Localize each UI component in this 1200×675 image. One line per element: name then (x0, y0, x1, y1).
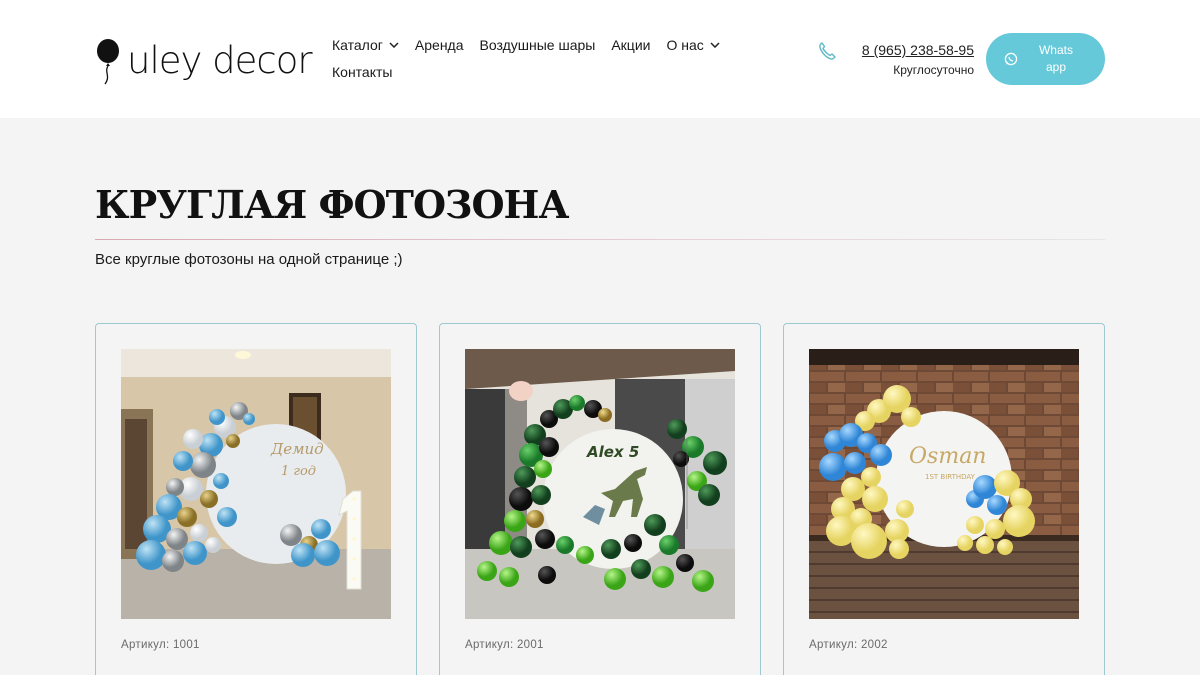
balloon-logo-icon (97, 39, 119, 85)
product-card[interactable]: Osman 1ST BIRTHDAY Артикул: 2002 (783, 323, 1105, 675)
page-subtitle: Все круглые фотозоны на одной странице ;… (95, 251, 403, 268)
nav-item-label: Контакты (332, 64, 393, 80)
product-photo[interactable]: Alex 5 (465, 349, 735, 619)
nav-row-2: Контакты (332, 60, 752, 84)
nav-item-catalog[interactable]: Каталог (332, 37, 399, 53)
svg-text:Osman: Osman (909, 444, 986, 469)
nav-item-label: Каталог (332, 37, 383, 53)
logo[interactable]: uley decor (95, 34, 313, 86)
svg-text:1ST BIRTHDAY: 1ST BIRTHDAY (925, 473, 976, 481)
nav-item-label: Акции (611, 37, 651, 53)
phone-icon[interactable] (817, 41, 837, 61)
main-nav: Каталог Аренда Воздушные шары Акции О на… (332, 33, 752, 87)
product-sku: Артикул: 2002 (809, 639, 888, 651)
svg-text:Демид: Демид (270, 440, 324, 458)
site-header: uley decor Каталог Аренда Воздушные шары… (0, 0, 1200, 118)
svg-text:1 год: 1 год (281, 464, 316, 479)
whatsapp-label: Whats app (1038, 43, 1073, 74)
product-photo[interactable]: Демид 1 год (121, 349, 391, 619)
product-photo[interactable]: Osman 1ST BIRTHDAY (809, 349, 1079, 619)
product-sku: Артикул: 2001 (465, 639, 544, 651)
chevron-down-icon (389, 42, 399, 48)
page-title: КРУГЛАЯ ФОТОЗОНА (95, 182, 569, 227)
nav-item-about[interactable]: О нас (666, 37, 720, 53)
svg-text:Alex 5: Alex 5 (586, 443, 639, 461)
whatsapp-button[interactable]: Whats app (986, 33, 1105, 85)
nav-item-label: Воздушные шары (479, 37, 596, 53)
logo-text: uley decor (127, 38, 313, 82)
title-divider (95, 239, 1105, 240)
nav-item-balloons[interactable]: Воздушные шары (480, 37, 596, 53)
whatsapp-icon (1004, 52, 1018, 66)
nav-item-contacts[interactable]: Контакты (332, 64, 392, 80)
nav-item-promotions[interactable]: Акции (611, 37, 650, 53)
phone-hours: Круглосуточно (893, 63, 974, 77)
nav-item-rent[interactable]: Аренда (415, 37, 464, 53)
product-sku: Артикул: 1001 (121, 639, 200, 651)
nav-item-label: О нас (666, 37, 704, 53)
nav-item-label: Аренда (414, 37, 464, 53)
phone-number-link[interactable]: 8 (965) 238-58-95 (856, 42, 974, 58)
product-card[interactable]: Alex 5 Артикул: 2001 (439, 323, 761, 675)
product-card[interactable]: Демид 1 год Артикул: 1001 (95, 323, 417, 675)
nav-row-1: Каталог Аренда Воздушные шары Акции О на… (332, 33, 752, 57)
chevron-down-icon (710, 42, 720, 48)
